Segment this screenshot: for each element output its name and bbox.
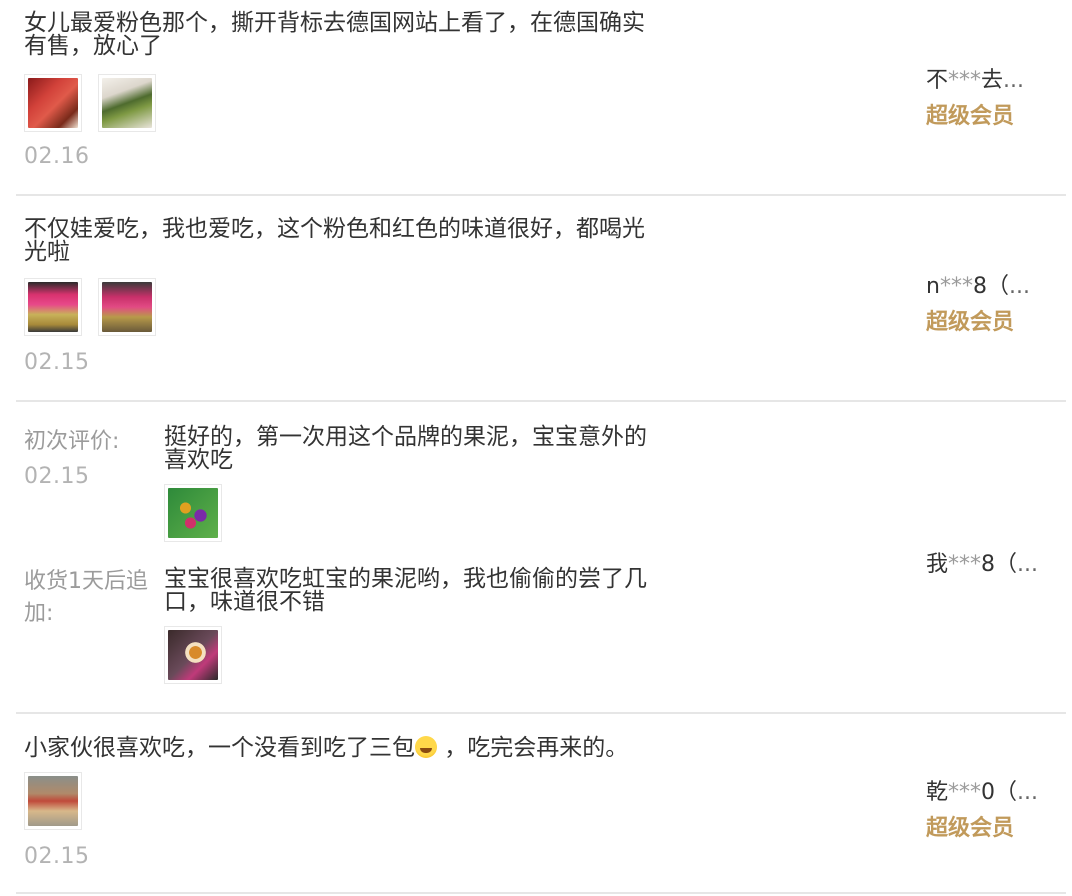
review-text: 小家伙很喜欢吃，一个没看到吃了三包 ，吃完会再来的。 (24, 735, 629, 761)
followup-review-label: 收货1天后追 加: (24, 569, 148, 626)
review-text: 不仅娃爱吃，我也爱吃，这个粉色和红色的味道很好，都喝光 光啦 (24, 216, 645, 265)
member-badge: 超级会员 (926, 816, 1015, 841)
review-date: 02.15 (24, 464, 90, 489)
review-photo-thumbnail[interactable] (24, 772, 82, 830)
review-photo-thumbnail[interactable] (164, 484, 222, 542)
followup-review-text: 宝宝很喜欢吃虹宝的果泥哟，我也偷偷的尝了几 口，味道很不错 (164, 566, 647, 615)
review-item: 初次评价: 02.15 挺好的，第一次用这个品牌的果泥，宝宝意外的 喜欢吃 收货… (0, 402, 1072, 714)
review-photo-thumbnail[interactable] (24, 74, 82, 132)
reviewer-name[interactable]: 不***去... (926, 62, 1024, 94)
divider (16, 892, 1066, 894)
review-item: 小家伙很喜欢吃，一个没看到吃了三包 ，吃完会再来的。 02.15 乾***0（.… (0, 714, 1072, 896)
laughing-tears-emoji-icon (415, 736, 437, 758)
initial-review-label: 初次评价: (24, 429, 120, 454)
reviewer-name[interactable]: n***8（... (926, 268, 1030, 300)
review-text: 女儿最爱粉色那个，撕开背标去德国网站上看了，在德国确实 有售，放心了 (24, 10, 645, 59)
review-photo-thumbnail[interactable] (164, 626, 222, 684)
review-item: 不仅娃爱吃，我也爱吃，这个粉色和红色的味道很好，都喝光 光啦 02.15 n**… (0, 196, 1072, 402)
member-badge: 超级会员 (926, 310, 1015, 335)
review-photo-thumbnail[interactable] (98, 278, 156, 336)
review-item: 女儿最爱粉色那个，撕开背标去德国网站上看了，在德国确实 有售，放心了 02.16… (0, 0, 1072, 196)
review-date: 02.15 (24, 844, 90, 869)
reviewer-name[interactable]: 我***8（... (926, 546, 1038, 578)
review-date: 02.16 (24, 144, 90, 169)
review-photo-thumbnail[interactable] (98, 74, 156, 132)
review-date: 02.15 (24, 350, 90, 375)
member-badge: 超级会员 (926, 104, 1015, 129)
reviewer-name[interactable]: 乾***0（... (926, 774, 1038, 806)
review-photo-thumbnail[interactable] (24, 278, 82, 336)
review-text: 挺好的，第一次用这个品牌的果泥，宝宝意外的 喜欢吃 (164, 424, 647, 473)
